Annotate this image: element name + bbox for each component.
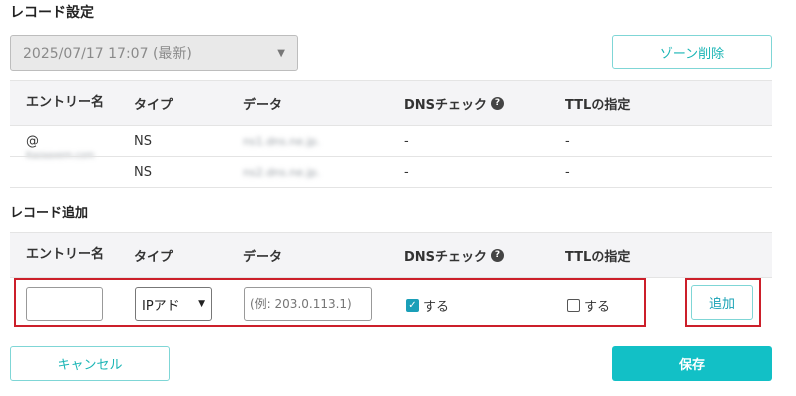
data-input[interactable]: [244, 287, 372, 321]
column-entry: エントリー名: [26, 247, 105, 262]
row-type: NS: [134, 164, 152, 180]
add-button[interactable]: 追加: [691, 285, 753, 320]
dns-check-checkbox[interactable]: ✓ する: [406, 296, 449, 315]
column-dns-check: DNSチェック ?: [404, 233, 505, 277]
cancel-button[interactable]: キャンセル: [10, 346, 170, 381]
zone-delete-button[interactable]: ゾーン削除: [612, 35, 772, 69]
column-entry: エントリー名: [26, 95, 105, 110]
checkbox-unchecked-icon[interactable]: [567, 299, 580, 312]
version-select[interactable]: 2025/07/17 17:07 (最新) ▼: [10, 35, 298, 71]
type-select[interactable]: IPアド ▼: [135, 287, 212, 321]
help-icon[interactable]: ?: [491, 96, 505, 110]
checkbox-checked-icon[interactable]: ✓: [406, 299, 419, 312]
records-table-header: エントリー名 タイプ データ DNSチェック ? TTLの指定: [10, 80, 772, 126]
version-select-value: 2025/07/17 17:07 (最新): [23, 46, 192, 62]
chevron-down-icon: ▼: [198, 299, 205, 309]
column-type: タイプ: [134, 97, 174, 113]
dns-check-label: する: [423, 300, 450, 315]
column-dns-check-label: DNSチェック: [404, 97, 488, 113]
type-select-value: IPアド: [142, 298, 180, 314]
row-data: ns2.dns.ne.jp.: [243, 165, 321, 179]
row-ttl: -: [565, 133, 570, 149]
table-row: NS ns1.dns.ne.jp. - -: [10, 126, 772, 157]
add-section-title: レコード追加: [10, 206, 89, 221]
ttl-label: する: [584, 300, 611, 315]
save-button[interactable]: 保存: [612, 346, 772, 381]
table-row: NS ns2.dns.ne.jp. - -: [10, 157, 772, 188]
row-dns-check: -: [404, 133, 409, 149]
column-data: データ: [243, 97, 283, 113]
entry-input[interactable]: [26, 287, 103, 321]
column-data: データ: [243, 249, 283, 265]
column-dns-check: DNSチェック ?: [404, 81, 505, 125]
row-data: ns1.dns.ne.jp.: [243, 134, 321, 148]
column-ttl: TTLの指定: [565, 249, 631, 265]
column-ttl: TTLの指定: [565, 97, 631, 113]
help-icon[interactable]: ?: [491, 248, 505, 262]
add-table-header: エントリー名 タイプ データ DNSチェック ? TTLの指定: [10, 232, 772, 278]
column-dns-check-label: DNSチェック: [404, 249, 488, 265]
row-type: NS: [134, 133, 152, 149]
column-type: タイプ: [134, 249, 174, 265]
page-title: レコード設定: [10, 5, 94, 21]
row-ttl: -: [565, 164, 570, 180]
row-dns-check: -: [404, 164, 409, 180]
ttl-checkbox[interactable]: する: [567, 296, 610, 315]
chevron-down-icon: ▼: [277, 47, 285, 59]
